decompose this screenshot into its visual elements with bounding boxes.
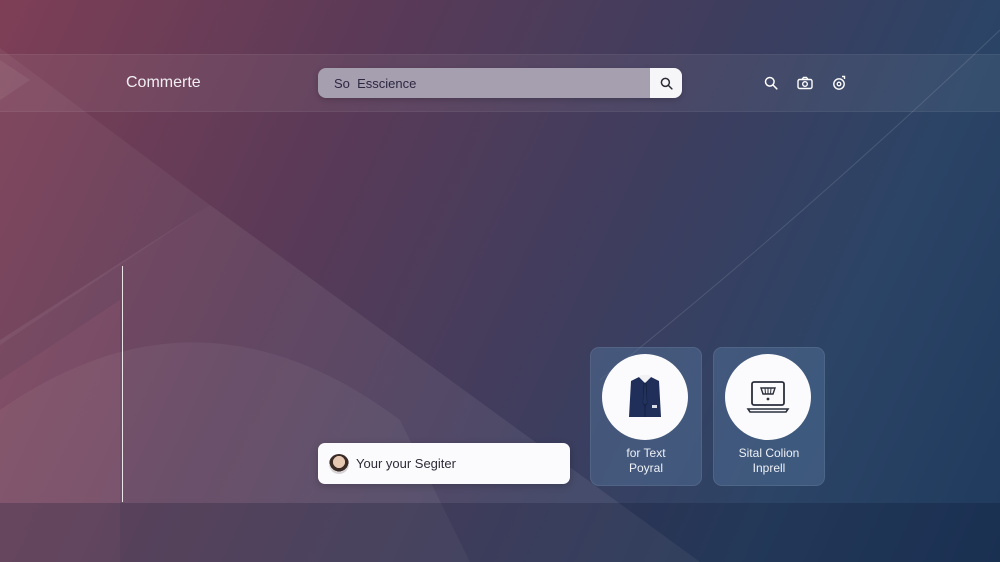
laptop-icon — [746, 381, 790, 413]
header-settings-button[interactable] — [830, 74, 848, 92]
search-icon — [764, 76, 778, 90]
search-bar — [318, 68, 682, 98]
bottom-band — [0, 503, 1000, 562]
tile-label-line1: Sital Colion — [738, 446, 800, 460]
search-button[interactable] — [650, 68, 682, 98]
tile-suit[interactable]: for Text Poyral — [590, 347, 702, 486]
vertical-divider — [122, 266, 123, 502]
brand-title: Commerte — [126, 74, 201, 91]
camera-icon — [797, 76, 813, 90]
tile-label: Sital Colion Inprell — [714, 446, 824, 476]
tile-label-line2: Poyral — [628, 461, 663, 475]
tile-laptop[interactable]: Sital Colion Inprell — [713, 347, 825, 486]
tile-icon-circle — [725, 354, 811, 440]
user-card[interactable]: Your your Segiter — [318, 443, 570, 484]
header-search-button[interactable] — [762, 74, 780, 92]
tile-label: for Text Poyral — [591, 446, 701, 476]
search-input[interactable] — [318, 68, 650, 98]
tile-label-line1: for Text — [626, 446, 666, 460]
user-card-label: Your your Segiter — [356, 456, 456, 471]
tile-label-line2: Inprell — [752, 461, 786, 475]
settings-icon — [833, 75, 846, 90]
avatar — [329, 453, 349, 474]
header-camera-button[interactable] — [796, 74, 814, 92]
suit-icon — [629, 375, 661, 417]
tile-icon-circle — [602, 354, 688, 440]
search-icon — [660, 77, 673, 90]
